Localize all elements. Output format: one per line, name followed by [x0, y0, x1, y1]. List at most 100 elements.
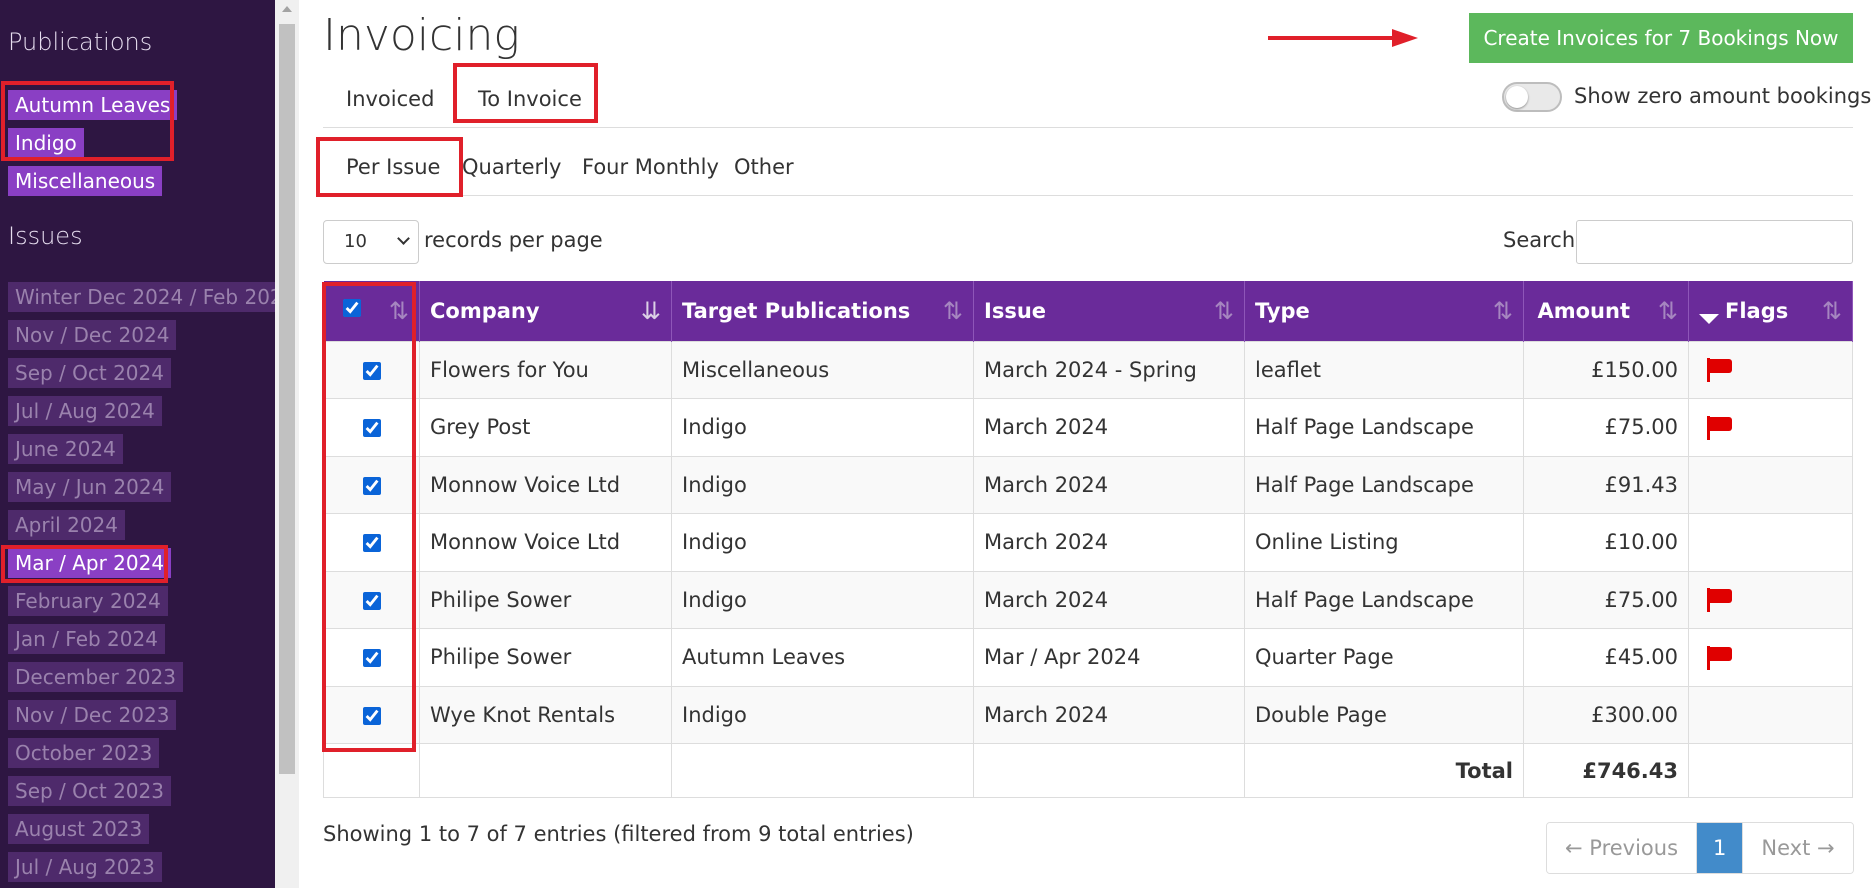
publication-miscellaneous[interactable]: Miscellaneous	[8, 166, 163, 196]
cell-flags	[1688, 455, 1853, 514]
issue-item[interactable]: Sep / Oct 2023	[8, 776, 171, 806]
search-input[interactable]	[1576, 220, 1853, 264]
publication-list: Autumn Leaves Indigo Miscellaneous	[8, 90, 178, 204]
table-row: Wye Knot Rentals Indigo March 2024 Doubl…	[323, 685, 1853, 744]
sort-icon[interactable]: ⇅	[1493, 297, 1513, 325]
records-per-page-label: records per page	[424, 228, 603, 252]
table-total-row: Total £746.43	[323, 743, 1853, 798]
row-checkbox[interactable]	[362, 534, 381, 553]
issue-item[interactable]: Jul / Aug 2024	[8, 396, 162, 426]
cell-flags	[1688, 398, 1853, 457]
issue-item[interactable]: Sep / Oct 2024	[8, 358, 171, 388]
cell-flags	[1688, 685, 1853, 744]
cell-flags	[1688, 628, 1853, 687]
column-issue[interactable]: Issue ⇅	[973, 281, 1245, 341]
publication-indigo[interactable]: Indigo	[8, 128, 84, 158]
row-checkbox[interactable]	[362, 591, 381, 610]
select-all-checkbox[interactable]	[342, 299, 361, 317]
issue-item[interactable]: Winter Dec 2024 / Feb 2025	[8, 282, 275, 312]
issue-item[interactable]: February 2024	[8, 586, 168, 616]
column-type[interactable]: Type ⇅	[1244, 281, 1524, 341]
column-label: Company	[430, 298, 540, 323]
column-target-publications[interactable]: Target Publications ⇅	[671, 281, 974, 341]
flag-icon[interactable]	[1705, 358, 1733, 383]
row-checkbox[interactable]	[362, 361, 381, 380]
flag-icon[interactable]	[1705, 645, 1733, 670]
pagination-next[interactable]: Next →	[1743, 823, 1853, 873]
table-row: Philipe Sower Autumn Leaves Mar / Apr 20…	[323, 628, 1853, 687]
cell-type: Half Page Landscape	[1244, 398, 1524, 457]
total-empty-cell	[671, 743, 974, 798]
issue-item[interactable]: December 2023	[8, 662, 183, 692]
cell-target: Indigo	[671, 685, 974, 744]
tab-other[interactable]: Other	[711, 138, 817, 196]
cell-amount: £150.00	[1523, 340, 1689, 399]
column-label: Issue	[984, 298, 1047, 323]
flag-icon[interactable]	[1705, 415, 1733, 440]
publication-autumn-leaves[interactable]: Autumn Leaves	[8, 90, 178, 120]
issue-item[interactable]: Nov / Dec 2023	[8, 700, 177, 730]
row-checkbox[interactable]	[362, 419, 381, 438]
sidebar-scrollbar[interactable]	[275, 0, 299, 888]
flag-icon[interactable]	[1705, 588, 1733, 613]
cell-target: Autumn Leaves	[671, 628, 974, 687]
cell-company: Monnow Voice Ltd	[419, 513, 672, 572]
show-zero-amount-label: Show zero amount bookings	[1574, 84, 1871, 108]
sort-icon[interactable]: ⇅	[389, 297, 409, 325]
records-per-page-select[interactable]: 10	[323, 220, 419, 264]
cell-flags	[1688, 513, 1853, 572]
pagination-previous[interactable]: ← Previous	[1547, 823, 1698, 873]
issue-item[interactable]: August 2023	[8, 814, 150, 844]
table-row: Monnow Voice Ltd Indigo March 2024 Onlin…	[323, 513, 1853, 572]
table-row: Grey Post Indigo March 2024 Half Page La…	[323, 398, 1853, 457]
column-amount[interactable]: Amount ⇅	[1523, 281, 1689, 341]
cell-amount: £45.00	[1523, 628, 1689, 687]
cell-type: Double Page	[1244, 685, 1524, 744]
issue-item[interactable]: Jul / Aug 2023	[8, 852, 162, 882]
filter-icon[interactable]	[1699, 313, 1719, 324]
column-company[interactable]: Company ⇊	[419, 281, 672, 341]
cell-type: Online Listing	[1244, 513, 1524, 572]
create-invoices-button[interactable]: Create Invoices for 7 Bookings Now	[1469, 13, 1853, 63]
sort-icon[interactable]: ⇊	[641, 297, 661, 325]
scrollbar-thumb[interactable]	[279, 24, 295, 774]
total-label: Total	[1244, 743, 1524, 798]
cell-issue: Mar / Apr 2024	[973, 628, 1245, 687]
sidebar: Publications Autumn Leaves Indigo Miscel…	[0, 0, 275, 888]
sort-icon[interactable]: ⇅	[1658, 297, 1678, 325]
cell-amount: £91.43	[1523, 455, 1689, 514]
column-flags[interactable]: Flags ⇅	[1688, 281, 1853, 341]
chevron-down-icon	[397, 232, 410, 245]
issue-item[interactable]: April 2024	[8, 510, 125, 540]
total-empty-cell	[419, 743, 672, 798]
issue-item[interactable]: October 2023	[8, 738, 160, 768]
tab-invoiced[interactable]: Invoiced	[323, 70, 457, 128]
row-checkbox[interactable]	[362, 476, 381, 495]
cell-company: Philipe Sower	[419, 628, 672, 687]
issue-item[interactable]: Nov / Dec 2024	[8, 320, 177, 350]
toggle-knob	[1506, 86, 1528, 108]
issue-item-selected[interactable]: Mar / Apr 2024	[8, 548, 172, 578]
sort-icon[interactable]: ⇅	[1822, 297, 1842, 325]
show-zero-amount-toggle[interactable]	[1502, 82, 1562, 112]
pagination: ← Previous 1 Next →	[1546, 822, 1854, 874]
page-title: Invoicing	[323, 10, 520, 61]
tab-to-invoice[interactable]: To Invoice	[455, 70, 605, 128]
total-empty-cell	[973, 743, 1245, 798]
row-checkbox[interactable]	[362, 706, 381, 725]
column-label: Amount	[1537, 298, 1630, 323]
main-content: Invoicing Create Invoices for 7 Bookings…	[300, 0, 1871, 888]
scroll-up-arrow-icon[interactable]	[282, 6, 292, 12]
sort-icon[interactable]: ⇅	[1214, 297, 1234, 325]
issue-item[interactable]: Jan / Feb 2024	[8, 624, 165, 654]
sort-icon[interactable]: ⇅	[943, 297, 963, 325]
table-header-row: ⇅ Company ⇊ Target Publications ⇅ Issue ⇅ T…	[323, 281, 1853, 341]
total-empty-cell	[323, 743, 420, 798]
cell-flags	[1688, 340, 1853, 399]
issue-item[interactable]: June 2024	[8, 434, 123, 464]
issue-item[interactable]: May / Jun 2024	[8, 472, 172, 502]
cell-company: Philipe Sower	[419, 570, 672, 629]
cell-type: Half Page Landscape	[1244, 570, 1524, 629]
row-checkbox[interactable]	[362, 649, 381, 668]
pagination-page-1[interactable]: 1	[1697, 823, 1744, 873]
